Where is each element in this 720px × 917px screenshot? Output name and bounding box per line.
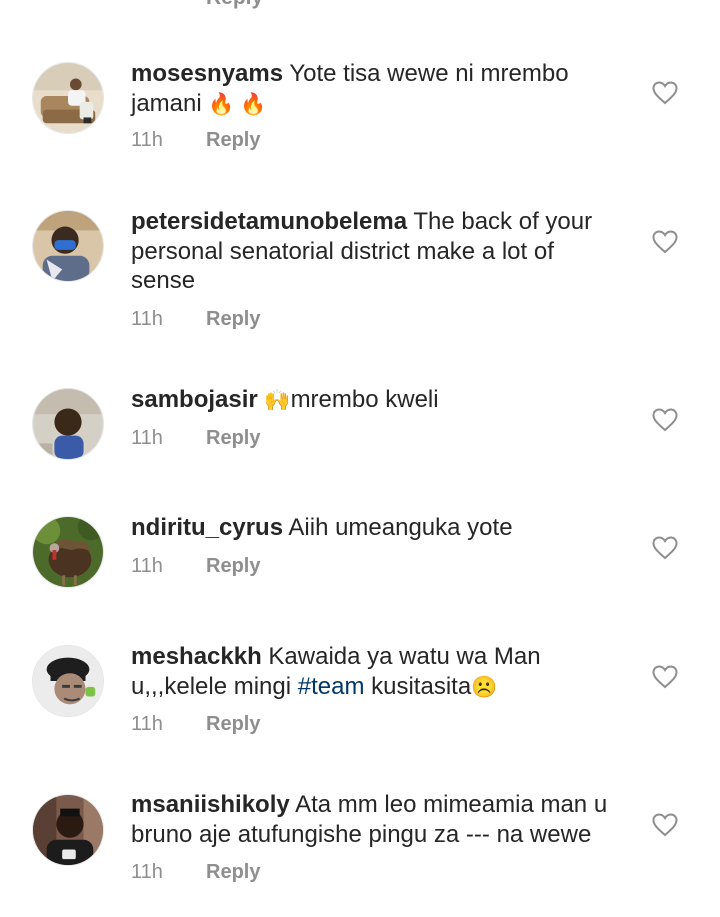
- avatar[interactable]: [32, 645, 104, 717]
- like-heart-icon[interactable]: [652, 81, 678, 105]
- hashtag-link[interactable]: #team: [298, 673, 365, 700]
- comment-meta: 11h Reply: [131, 129, 260, 152]
- reply-button[interactable]: Reply: [206, 713, 260, 735]
- avatar[interactable]: [32, 794, 104, 866]
- comment-body-continued: kusitasita: [371, 672, 472, 700]
- comment-timestamp: 11h: [131, 308, 163, 330]
- avatar[interactable]: [32, 388, 104, 460]
- comment-meta: 11h Reply: [131, 713, 260, 736]
- comment-meta: 11h Reply: [131, 555, 260, 578]
- comment-text: msaniishikoly Ata mm leo mimeamia man u …: [131, 790, 611, 849]
- comment-timestamp: 11h: [131, 427, 163, 449]
- comment-username[interactable]: mosesnyams: [131, 60, 283, 87]
- comment-username[interactable]: msaniishikoly: [131, 791, 290, 818]
- fire-emoji-icon: 🔥 🔥: [208, 92, 267, 116]
- like-heart-icon[interactable]: [652, 536, 678, 560]
- comment-timestamp: 11h: [131, 713, 163, 735]
- like-heart-icon[interactable]: [652, 408, 678, 432]
- comment-meta: 11h Reply: [131, 427, 260, 450]
- comment-text: mosesnyams Yote tisa wewe ni mrembo jama…: [131, 59, 611, 119]
- reply-button-partial[interactable]: Reply: [206, 0, 263, 10]
- comment-timestamp: 11h: [131, 861, 163, 883]
- comment-timestamp: 11h: [131, 129, 163, 151]
- comment-text: petersidetamunobelema The back of your p…: [131, 207, 611, 296]
- comment-text: meshackkh Kawaida ya watu wa Man u,,,kel…: [131, 642, 611, 702]
- comment-body: Aiih umeanguka yote: [288, 514, 513, 541]
- like-heart-icon[interactable]: [652, 230, 678, 254]
- like-heart-icon[interactable]: [652, 665, 678, 689]
- comment-username[interactable]: petersidetamunobelema: [131, 208, 407, 235]
- avatar[interactable]: [32, 516, 104, 588]
- comment-text: sambojasir 🙌mrembo kweli: [131, 385, 611, 416]
- comment-meta: 11h Reply: [131, 308, 260, 331]
- comment-text: ndiritu_cyrus Aiih umeanguka yote: [131, 513, 611, 543]
- comment-username[interactable]: ndiritu_cyrus: [131, 514, 283, 541]
- frowning-face-emoji-icon: ☹️: [471, 675, 498, 699]
- like-heart-icon[interactable]: [652, 813, 678, 837]
- comment-body: mrembo kweli: [290, 386, 439, 413]
- reply-button[interactable]: Reply: [206, 308, 260, 330]
- comment-meta: 11h Reply: [131, 861, 260, 884]
- reply-button[interactable]: Reply: [206, 861, 260, 883]
- comment-username[interactable]: sambojasir: [131, 386, 258, 413]
- comment-username[interactable]: meshackkh: [131, 643, 262, 670]
- reply-button[interactable]: Reply: [206, 129, 260, 151]
- reply-button[interactable]: Reply: [206, 555, 260, 577]
- avatar[interactable]: [32, 62, 104, 134]
- reply-button[interactable]: Reply: [206, 427, 260, 449]
- avatar[interactable]: [32, 210, 104, 282]
- comment-timestamp: 11h: [131, 555, 163, 577]
- raised-hands-emoji-icon: 🙌: [264, 389, 291, 412]
